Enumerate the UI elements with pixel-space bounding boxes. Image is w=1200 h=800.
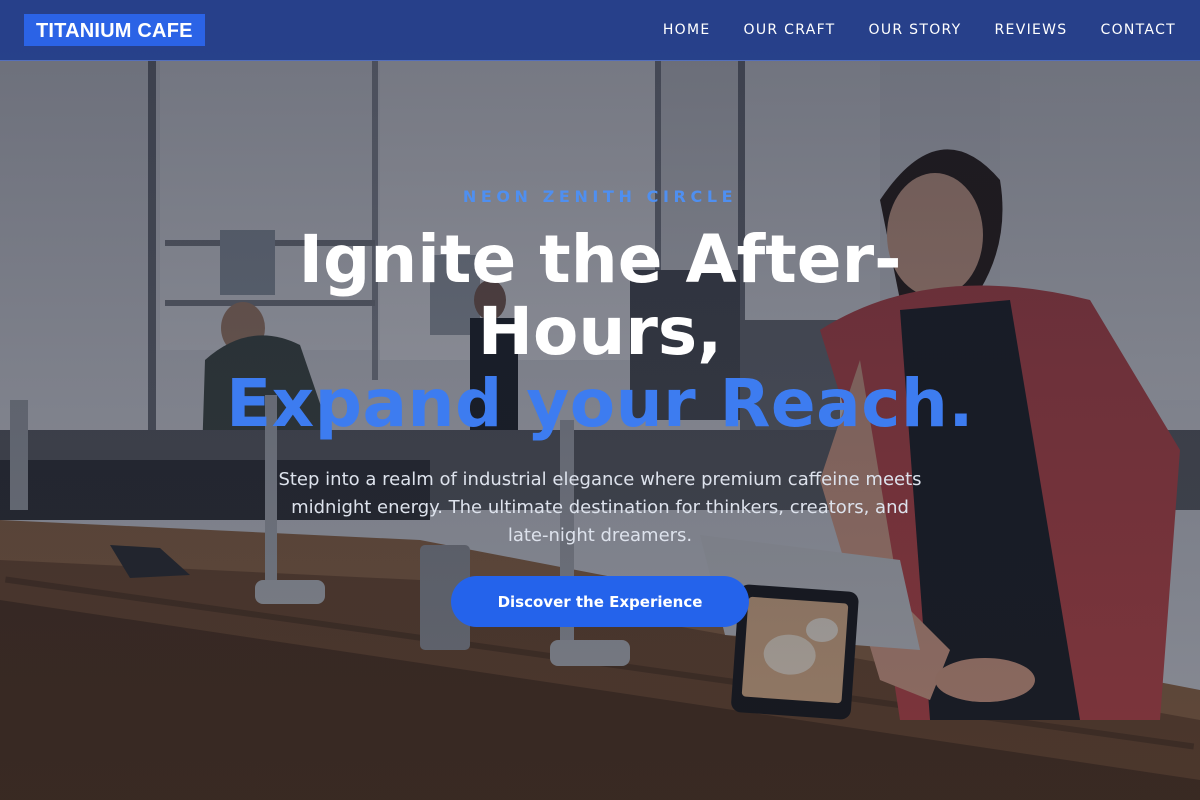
nav-link-our-craft[interactable]: OUR CRAFT: [744, 22, 836, 38]
hero-headline-line-2: Hours,: [477, 293, 723, 370]
nav-menu: HOME OUR CRAFT OUR STORY REVIEWS CONTACT: [630, 22, 1176, 38]
navbar: TITANIUM CAFE HOME OUR CRAFT OUR STORY R…: [0, 0, 1200, 61]
hero-eyebrow: NEON ZENITH CIRCLE: [462, 187, 738, 206]
nav-link-our-story[interactable]: OUR STORY: [869, 22, 962, 38]
nav-link-reviews[interactable]: REVIEWS: [995, 22, 1068, 38]
hero-section: NEON ZENITH CIRCLE Ignite the After- Hou…: [0, 61, 1200, 800]
nav-link-contact[interactable]: CONTACT: [1101, 22, 1177, 38]
hero-headline-line-1: Ignite the After-: [298, 221, 902, 298]
hero-description: Step into a realm of industrial elegance…: [278, 469, 922, 546]
brand-logo[interactable]: TITANIUM CAFE: [24, 14, 205, 46]
nav-link-home[interactable]: HOME: [663, 22, 711, 38]
hero-headline-accent: Expand your Reach.: [226, 365, 974, 442]
discover-experience-button[interactable]: Discover the Experience: [451, 576, 749, 627]
hero-headline: Ignite the After- Hours, Expand your Rea…: [0, 224, 1200, 440]
